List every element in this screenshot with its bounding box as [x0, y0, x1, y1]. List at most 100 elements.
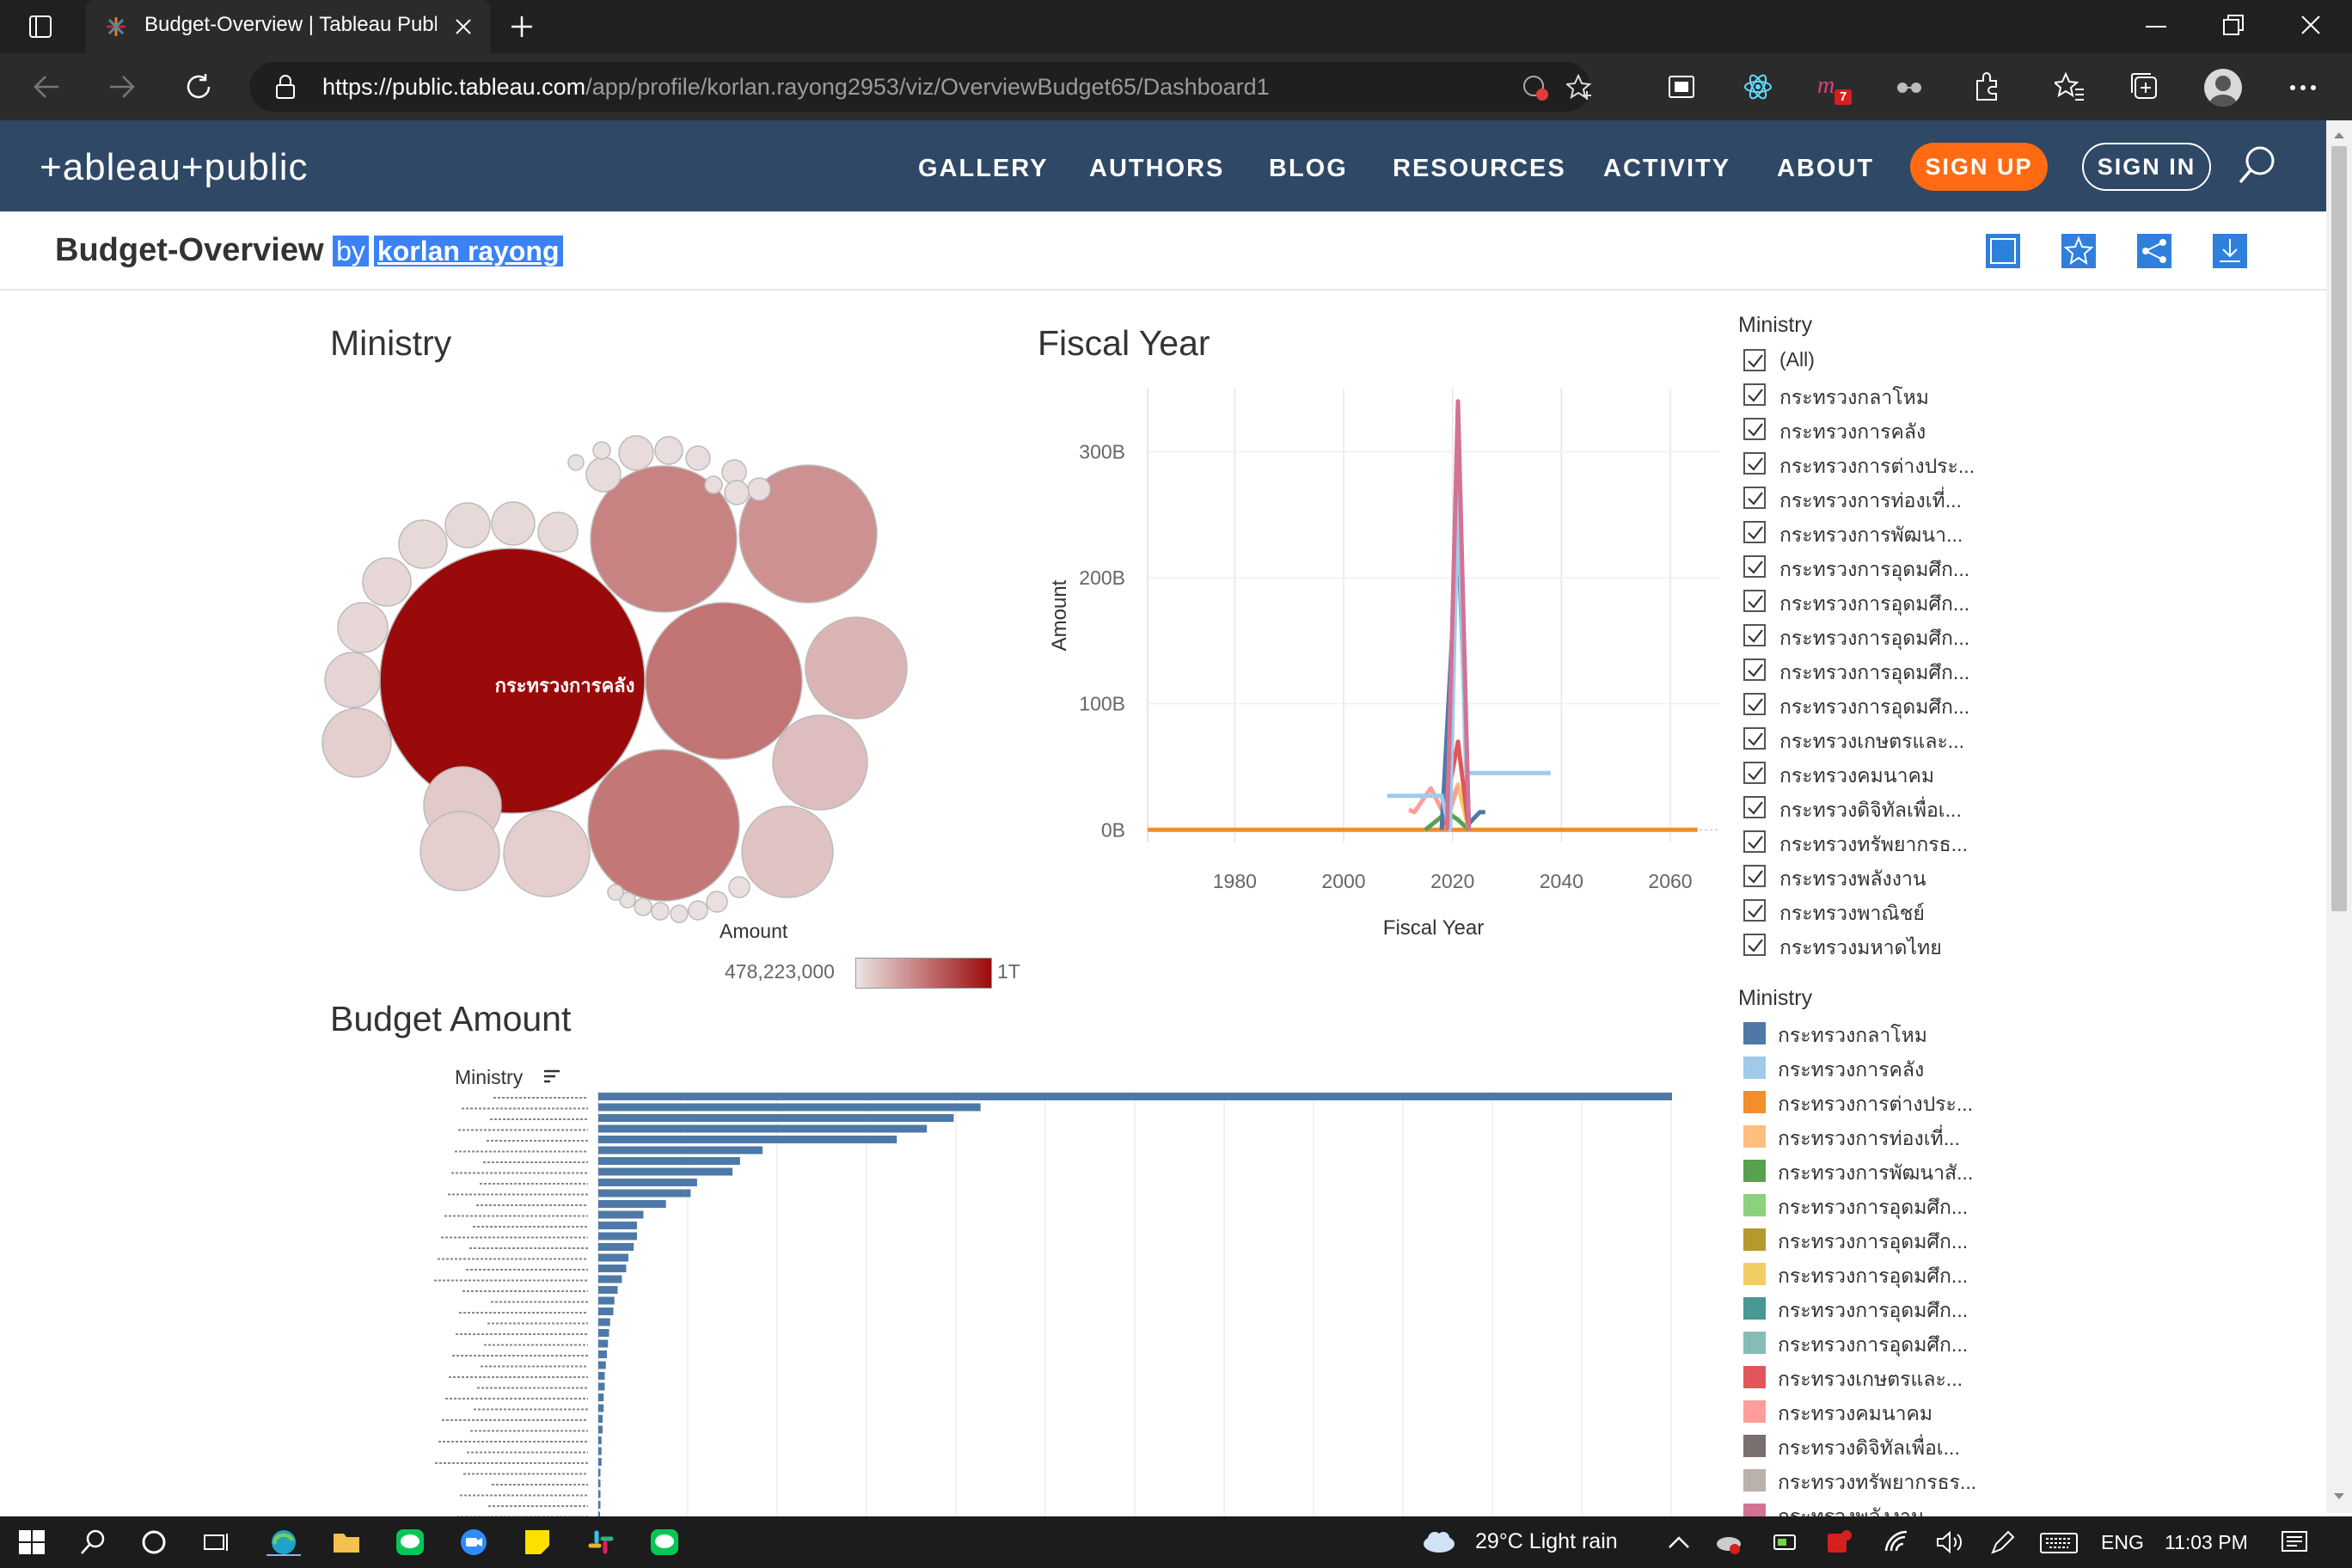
- ministry-bubble[interactable]: [398, 519, 448, 569]
- budget-bar[interactable]: [598, 1447, 602, 1455]
- budget-bar[interactable]: [598, 1210, 644, 1219]
- ministry-bubble[interactable]: [670, 904, 689, 923]
- react-devtools-icon[interactable]: [1743, 72, 1773, 101]
- search-icon[interactable]: [2237, 144, 2278, 186]
- ministry-bubble[interactable]: [634, 897, 652, 916]
- checkbox-checked-icon[interactable]: [1743, 727, 1766, 750]
- legend-item[interactable]: กระทรวงกลาโหม: [1743, 1015, 1967, 1050]
- volume-icon[interactable]: [1934, 1528, 1963, 1556]
- browser-tab[interactable]: Budget-Overview | Tableau Public: [86, 0, 490, 53]
- budget-bar[interactable]: [598, 1286, 618, 1294]
- checkbox-checked-icon[interactable]: [1743, 693, 1766, 715]
- action-center-icon[interactable]: [2280, 1528, 2309, 1556]
- url-text[interactable]: https://public.tableau.com/app/profile/k…: [322, 74, 1270, 101]
- budget-bar[interactable]: [598, 1490, 601, 1498]
- weather-text[interactable]: 29°C Light rain: [1475, 1529, 1618, 1554]
- ministry-bubble[interactable]: [651, 902, 670, 921]
- ministry-bubble[interactable]: [337, 602, 389, 653]
- ministry-bubble[interactable]: [362, 557, 412, 607]
- edge-taskbar-icon[interactable]: [266, 1528, 301, 1556]
- legend-item[interactable]: กระทรวงการคลัง: [1743, 1050, 1967, 1084]
- page-scrollbar[interactable]: [2326, 120, 2352, 1513]
- legend-item[interactable]: กระทรวงการต่างประ...: [1743, 1084, 1973, 1118]
- edit-copy-icon[interactable]: [1986, 234, 2020, 268]
- close-tab-icon[interactable]: [454, 17, 473, 36]
- sticky-notes-icon[interactable]: [523, 1528, 552, 1556]
- weather-cloud-icon[interactable]: [1420, 1528, 1458, 1556]
- budget-bar[interactable]: [598, 1296, 615, 1305]
- ministry-filter-option[interactable]: กระทรวงการพัฒนา...: [1743, 516, 1967, 550]
- search-taskbar-icon[interactable]: [79, 1528, 108, 1556]
- ministry-bubble[interactable]: [654, 436, 683, 465]
- ministry-bubble[interactable]: [537, 511, 579, 553]
- ministry-bubble[interactable]: [685, 445, 711, 471]
- line-app-icon-2[interactable]: [650, 1528, 679, 1556]
- scrollbar-thumb[interactable]: [2331, 146, 2347, 911]
- checkbox-checked-icon[interactable]: [1743, 521, 1766, 543]
- line-app-icon[interactable]: [395, 1528, 425, 1556]
- nav-authors[interactable]: AUTHORS: [1089, 155, 1224, 183]
- budget-bar-chart[interactable]: [327, 1092, 1736, 1516]
- favorites-icon[interactable]: [2055, 72, 2086, 101]
- checkbox-checked-icon[interactable]: [1743, 383, 1766, 406]
- budget-bar[interactable]: [598, 1308, 614, 1315]
- legend-item[interactable]: กระทรวงการพัฒนาสั...: [1743, 1153, 1973, 1187]
- legend-item[interactable]: กระทรวงการอุดมศึก...: [1743, 1187, 1968, 1222]
- budget-bar[interactable]: [598, 1436, 602, 1444]
- budget-bar[interactable]: [598, 1329, 609, 1337]
- onedrive-icon[interactable]: [1714, 1528, 1743, 1556]
- budget-bar[interactable]: [598, 1468, 601, 1477]
- budget-bar[interactable]: [598, 1200, 666, 1208]
- ministry-bubble[interactable]: [805, 616, 908, 720]
- ministry-filter-option[interactable]: กระทรวงการอุดมศึก...: [1743, 585, 1969, 619]
- nav-activity[interactable]: ACTIVITY: [1603, 155, 1730, 183]
- ministry-bubble[interactable]: [585, 456, 622, 493]
- ministry-filter-option[interactable]: กระทรวงการอุดมศึก...: [1743, 550, 1969, 585]
- budget-bar[interactable]: [598, 1222, 637, 1229]
- checkbox-checked-icon[interactable]: [1743, 590, 1766, 612]
- budget-bar[interactable]: [598, 1146, 763, 1155]
- legend-item[interactable]: กระทรวงคมนาคม: [1743, 1393, 1967, 1428]
- fiscal-year-line-chart[interactable]: 1980 2000 2020 2040 2060 0B 100B 200B 300B Fiscal…: [1032, 378, 1736, 963]
- ministry-bubble[interactable]: [618, 435, 654, 471]
- more-menu-icon[interactable]: [2290, 85, 2316, 90]
- checkbox-checked-icon[interactable]: [1743, 418, 1766, 440]
- show-hidden-icons-icon[interactable]: [1664, 1528, 1694, 1556]
- budget-bar[interactable]: [598, 1458, 602, 1466]
- ministry-bubble[interactable]: [567, 454, 585, 471]
- cortana-icon[interactable]: [139, 1528, 168, 1556]
- file-explorer-icon[interactable]: [332, 1528, 361, 1556]
- keyboard-icon[interactable]: [2039, 1528, 2079, 1556]
- budget-bar[interactable]: [598, 1136, 897, 1143]
- nav-about[interactable]: ABOUT: [1777, 155, 1874, 183]
- budget-bar[interactable]: [598, 1351, 607, 1358]
- ministry-bubble[interactable]: [322, 707, 392, 778]
- notification-app-icon[interactable]: [1824, 1528, 1853, 1556]
- checkbox-checked-icon[interactable]: [1743, 796, 1766, 818]
- legend-item[interactable]: กระทรวงทรัพยากรธร...: [1743, 1462, 1976, 1497]
- checkbox-checked-icon[interactable]: [1743, 865, 1766, 887]
- slack-icon[interactable]: [586, 1528, 616, 1556]
- tracking-blocked-icon[interactable]: [1522, 74, 1549, 101]
- ministry-filter-option[interactable]: กระทรวงพาณิชย์: [1743, 894, 1967, 928]
- budget-bar[interactable]: [598, 1243, 634, 1251]
- budget-bar[interactable]: [598, 1253, 628, 1262]
- legend-item[interactable]: กระทรวงการอุดมศึก...: [1743, 1290, 1968, 1325]
- budget-bar[interactable]: [598, 1179, 697, 1186]
- ministry-filter-option[interactable]: กระทรวงคมนาคม: [1743, 756, 1967, 791]
- wifi-icon[interactable]: [1883, 1528, 1912, 1556]
- ministry-bubble[interactable]: [706, 891, 728, 913]
- add-favorite-icon[interactable]: [1566, 74, 1594, 101]
- budget-bar[interactable]: [598, 1093, 1672, 1100]
- budget-bar[interactable]: [598, 1114, 954, 1122]
- bubble-chart[interactable]: กระทรวงการคลัง: [309, 413, 928, 928]
- legend-item[interactable]: กระทรวงดิจิทัลเพื่อเ...: [1743, 1428, 1967, 1462]
- ministry-bubble[interactable]: [704, 475, 723, 494]
- share-icon[interactable]: [2137, 234, 2171, 268]
- ministry-filter-option[interactable]: กระทรวงการท่องเที่...: [1743, 481, 1967, 516]
- budget-bar[interactable]: [598, 1265, 627, 1272]
- zoom-icon[interactable]: [459, 1528, 488, 1556]
- checkbox-checked-icon[interactable]: [1743, 555, 1766, 578]
- windows-start-icon[interactable]: [17, 1528, 46, 1556]
- ministry-bubble[interactable]: [724, 480, 750, 505]
